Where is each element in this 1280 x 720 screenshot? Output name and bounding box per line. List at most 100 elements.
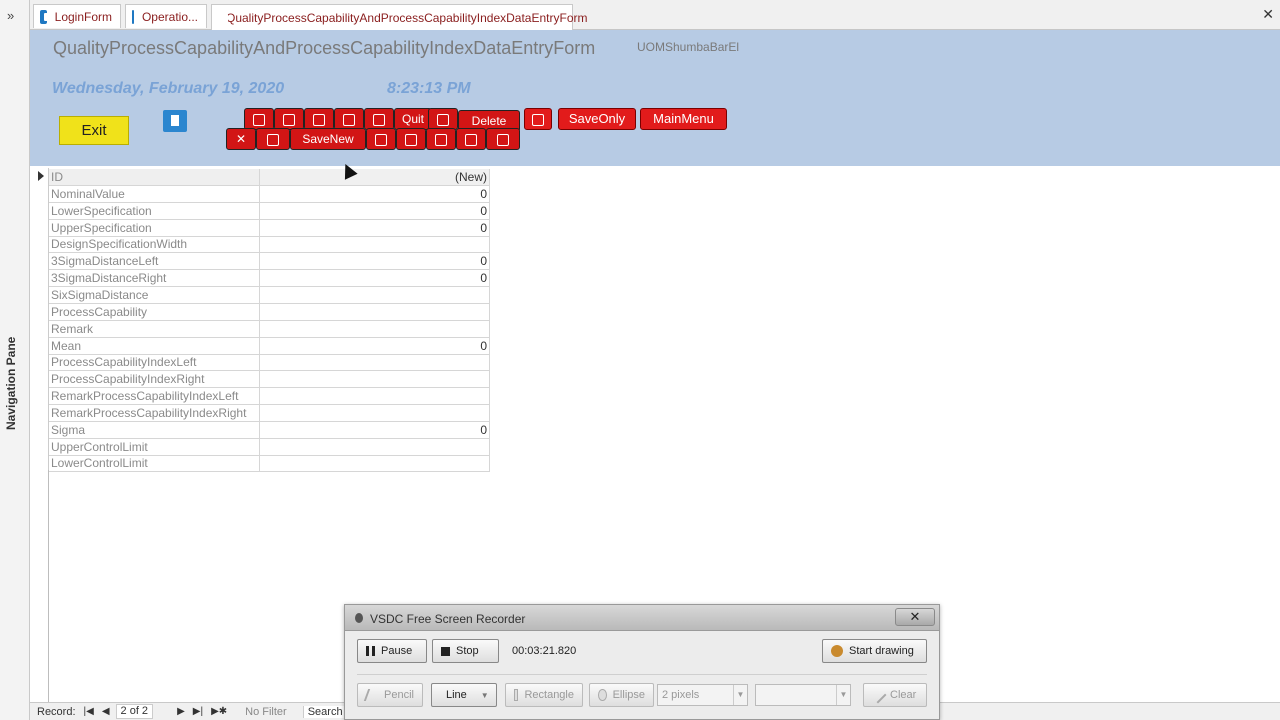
field-value-input[interactable]: [260, 438, 490, 455]
prev-record-nav-icon[interactable]: ◀: [102, 706, 110, 717]
last-record-nav-icon[interactable]: ▶|: [193, 706, 203, 717]
recorder-title: VSDC Free Screen Recorder: [370, 612, 526, 626]
recorder-logo-icon: [355, 613, 363, 623]
chevron-down-icon[interactable]: ▼: [481, 691, 489, 700]
field-row: Mean 0: [49, 337, 490, 355]
pencil-tool[interactable]: Pencil: [357, 683, 423, 707]
line-label: Line: [446, 689, 467, 701]
thickness-select[interactable]: 2 pixels ▼: [657, 684, 748, 706]
cancel-button[interactable]: ✕: [226, 128, 256, 150]
binoculars-icon: [253, 113, 265, 126]
export-button[interactable]: [486, 128, 520, 150]
field-label: NominalValue: [49, 185, 260, 202]
field-value-input[interactable]: [260, 354, 490, 371]
save-icon: [405, 133, 417, 146]
note-icon[interactable]: [163, 110, 187, 132]
line-tool[interactable]: Line ▼: [431, 683, 497, 707]
save-button[interactable]: [396, 128, 426, 150]
export-icon: [497, 133, 509, 146]
ellipse-tool[interactable]: Ellipse: [589, 683, 654, 707]
field-value-input[interactable]: 0: [260, 421, 490, 438]
field-value-input[interactable]: 0: [260, 253, 490, 270]
filter-status[interactable]: No Filter: [245, 706, 287, 718]
record-label: Record:: [37, 705, 76, 718]
main-menu-button[interactable]: MainMenu: [640, 108, 727, 130]
field-label: UpperControlLimit: [49, 438, 260, 455]
recording-timer: 00:03:21.820: [512, 645, 577, 657]
date-label: Wednesday, February 19, 2020: [52, 80, 285, 97]
field-label: 3SigmaDistanceLeft: [49, 253, 260, 270]
field-value-input[interactable]: [260, 236, 490, 253]
search-box[interactable]: Search: [302, 705, 347, 718]
form-header: QualityProcessCapabilityAndProcessCapabi…: [30, 30, 1280, 166]
ellipse-label: Ellipse: [612, 689, 645, 701]
undo-button[interactable]: [256, 128, 290, 150]
clear-button[interactable]: Clear: [863, 683, 927, 707]
next-record-nav-icon[interactable]: ▶: [177, 706, 185, 717]
pencil-icon: [363, 689, 381, 701]
field-label: DesignSpecificationWidth: [49, 236, 260, 253]
recorder-close-button[interactable]: ✕: [895, 608, 935, 626]
field-value-input[interactable]: 0: [260, 337, 490, 354]
field-value-input[interactable]: [260, 286, 490, 303]
color-select[interactable]: ▼: [755, 684, 851, 706]
field-value-input[interactable]: [260, 455, 490, 472]
new-record-nav-icon[interactable]: ▶✱: [211, 706, 227, 717]
record-selector[interactable]: [32, 168, 49, 470]
field-value-input[interactable]: [260, 388, 490, 405]
field-value-input[interactable]: 0: [260, 270, 490, 287]
start-drawing-label: Start drawing: [849, 645, 914, 657]
field-row: UpperControlLimit: [49, 438, 490, 456]
recorder-title-bar[interactable]: VSDC Free Screen Recorder ✕: [345, 605, 939, 631]
field-value-input[interactable]: [260, 371, 490, 388]
field-row: ID (New): [49, 169, 490, 186]
field-value-input[interactable]: [260, 404, 490, 421]
expand-chevron-icon[interactable]: »: [7, 8, 14, 23]
field-value-input[interactable]: [260, 320, 490, 337]
line-icon: [435, 690, 445, 700]
field-row: RemarkProcessCapabilityIndexRight: [49, 404, 490, 422]
field-label: UpperSpecification: [49, 219, 260, 236]
start-drawing-button[interactable]: Start drawing: [822, 639, 927, 663]
record-position[interactable]: 2 of 2: [115, 704, 154, 719]
field-value-input[interactable]: 0: [260, 202, 490, 219]
next-record-icon: [343, 113, 355, 126]
refresh-button[interactable]: [366, 128, 396, 150]
refresh-icon: [375, 133, 387, 146]
search-button[interactable]: [426, 128, 456, 150]
field-value-input[interactable]: [260, 303, 490, 320]
next-record-button[interactable]: [334, 108, 364, 130]
pause-button[interactable]: Pause: [357, 639, 427, 663]
navigation-pane[interactable]: » Navigation Pane: [0, 0, 30, 720]
tab-quality-form[interactable]: QualityProcessCapabilityAndProcessCapabi…: [211, 4, 588, 30]
first-record-nav-icon[interactable]: |◀: [84, 706, 94, 717]
rectangle-icon: [514, 689, 519, 701]
find-button[interactable]: [244, 108, 274, 130]
field-label: ID: [49, 169, 260, 185]
trash-button[interactable]: [428, 108, 458, 130]
field-value-input[interactable]: (New): [260, 169, 490, 185]
binoculars-icon: [435, 133, 447, 146]
form-icon: [40, 9, 50, 24]
field-value-input[interactable]: 0: [260, 219, 490, 236]
close-icon[interactable]: ✕: [1262, 6, 1274, 23]
print-button[interactable]: [456, 128, 486, 150]
field-value-input[interactable]: 0: [260, 185, 490, 202]
field-row: RemarkProcessCapabilityIndexLeft: [49, 388, 490, 406]
report-button[interactable]: [524, 108, 552, 130]
first-record-button[interactable]: [274, 108, 304, 130]
previous-record-button[interactable]: [364, 108, 394, 130]
exit-button[interactable]: Exit: [59, 116, 129, 145]
save-new-button[interactable]: SaveNew: [290, 128, 366, 150]
rectangle-tool[interactable]: Rectangle: [505, 683, 583, 707]
form-icon: [132, 9, 142, 24]
tab-operations[interactable]: Operatio...: [125, 4, 207, 28]
pause-icon: [366, 646, 375, 656]
last-record-button[interactable]: [304, 108, 334, 130]
save-only-button[interactable]: SaveOnly: [558, 108, 636, 130]
stop-button[interactable]: Stop: [432, 639, 499, 663]
undo-icon: [267, 133, 279, 146]
tab-login-form[interactable]: LoginForm: [33, 4, 121, 28]
quit-button[interactable]: Quit: [394, 108, 432, 130]
field-label: ProcessCapability: [49, 303, 260, 320]
